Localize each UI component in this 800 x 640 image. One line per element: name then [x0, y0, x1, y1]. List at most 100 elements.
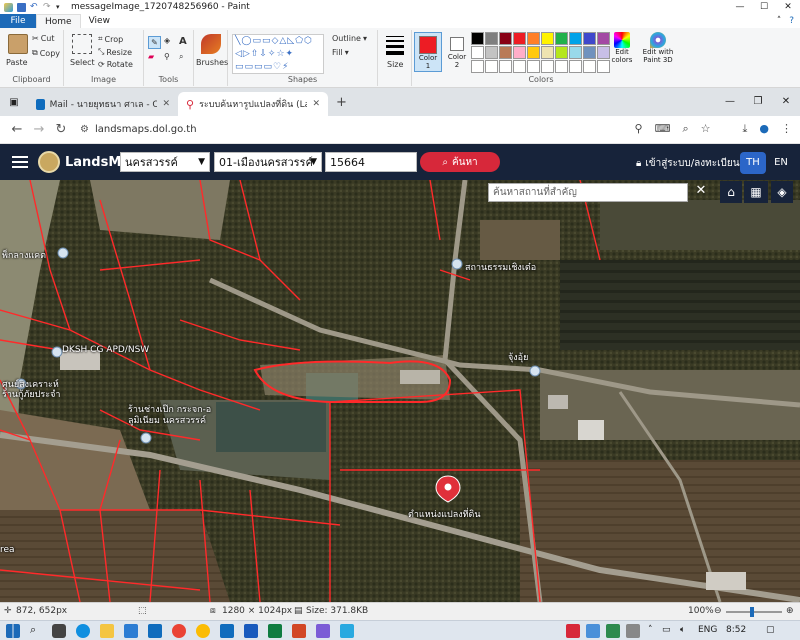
tab-home[interactable]: Home — [36, 13, 81, 29]
palette-swatch[interactable] — [527, 46, 540, 59]
color1-button[interactable]: Color 1 — [414, 32, 442, 72]
palette-swatch[interactable] — [541, 60, 554, 73]
crop-button[interactable]: ⌗ Crop — [98, 34, 123, 44]
site-info-icon[interactable]: ⚙ — [80, 124, 89, 135]
cut-button[interactable]: ✂ Cut — [32, 34, 55, 43]
fill-button[interactable]: Fill ▾ — [332, 48, 349, 57]
zoom-slider[interactable] — [726, 607, 782, 617]
parcel-number-input[interactable]: 15664 — [325, 152, 417, 172]
forward-icon[interactable]: → — [28, 122, 50, 137]
maximize-button[interactable]: ☐ — [752, 0, 776, 14]
palette-swatch[interactable] — [499, 32, 512, 45]
color2-button[interactable]: Color 2 — [444, 32, 470, 72]
palette-swatch[interactable] — [513, 46, 526, 59]
zoom-slider-thumb[interactable] — [750, 607, 754, 617]
palette-swatch[interactable] — [485, 46, 498, 59]
chrome-icon[interactable] — [172, 624, 186, 638]
word-icon[interactable] — [244, 624, 258, 638]
undo-icon[interactable]: ↶ — [30, 2, 39, 12]
close-button[interactable]: ✕ — [772, 96, 800, 107]
brush-icon[interactable] — [201, 34, 221, 54]
copy-button[interactable]: ⧉ Copy — [32, 48, 60, 58]
clock[interactable]: 8:52 — [726, 625, 746, 635]
edit-paint3d-button[interactable]: Edit with Paint 3D — [640, 32, 676, 64]
login-register-link[interactable]: 🔒︎ เข้าสู่ระบบ/ลงทะเบียน — [636, 156, 740, 171]
tab-view[interactable]: View — [81, 14, 118, 28]
province-select[interactable]: นครสวรรค์ ▼ — [120, 152, 210, 172]
bookmark-star-icon[interactable]: ☆ — [701, 122, 711, 136]
layers-icon[interactable]: ◈ — [771, 181, 793, 203]
zoom-out-button[interactable]: ⊖ — [714, 606, 722, 616]
hamburger-menu-icon[interactable] — [12, 156, 38, 168]
redo-icon[interactable]: ↷ — [43, 2, 52, 12]
search-icon[interactable]: ⌕ — [30, 623, 36, 637]
palette-swatch[interactable] — [471, 46, 484, 59]
map-canvas[interactable] — [0, 180, 800, 602]
collapse-ribbon-icon[interactable]: ˄ — [777, 14, 782, 28]
task-view-icon[interactable] — [52, 624, 66, 638]
search-button[interactable]: ⌕ ค้นหา — [420, 152, 500, 172]
close-button[interactable]: ✕ — [776, 0, 800, 14]
store-icon[interactable] — [124, 624, 138, 638]
edit-colors-button[interactable]: Edit colors — [608, 32, 636, 64]
palette-swatch[interactable] — [569, 46, 582, 59]
network-icon[interactable]: ▭ — [662, 625, 671, 635]
url-field[interactable]: landsmaps.dol.go.th — [95, 124, 197, 135]
clear-search-icon[interactable]: ✕ — [694, 183, 708, 202]
brushes-button[interactable]: Brushes — [196, 58, 228, 67]
palette-swatch[interactable] — [583, 46, 596, 59]
notifications-icon[interactable]: ▢ — [766, 625, 775, 635]
pencil-icon[interactable]: ✎ — [148, 36, 161, 49]
restore-button[interactable]: ❐ — [744, 96, 772, 107]
palette-swatch[interactable] — [513, 60, 526, 73]
palette-swatch[interactable] — [541, 46, 554, 59]
fill-bucket-icon[interactable]: ◈ — [164, 36, 170, 45]
place-search-input[interactable]: ค้นหาสถานที่สำคัญ — [488, 183, 688, 202]
mail-icon[interactable] — [148, 624, 162, 638]
select-button[interactable]: Select — [70, 58, 95, 67]
tab-actions-icon[interactable]: ▣ — [0, 97, 28, 108]
home-icon[interactable]: ⌂ — [720, 181, 742, 203]
select-icon[interactable] — [72, 34, 92, 54]
save-icon[interactable] — [17, 2, 26, 12]
powerpoint-icon[interactable] — [292, 624, 306, 638]
tray-icon-red[interactable] — [566, 624, 580, 638]
volume-icon[interactable]: 🔈︎ — [680, 625, 685, 635]
profile-icon[interactable]: ● — [759, 122, 769, 136]
resize-button[interactable]: ⤡ Resize — [98, 47, 132, 57]
tab-file[interactable]: File — [0, 14, 36, 28]
chrome-profile-icon[interactable] — [196, 624, 210, 638]
outlook-taskbar-icon[interactable] — [220, 624, 234, 638]
palette-swatch[interactable] — [513, 32, 526, 45]
tray-icon-gray[interactable] — [626, 624, 640, 638]
download-icon[interactable]: ⤓ — [743, 122, 748, 136]
paste-icon[interactable] — [8, 34, 28, 54]
palette-swatch[interactable] — [527, 32, 540, 45]
minimize-button[interactable]: — — [728, 0, 752, 14]
help-icon[interactable]: ? — [789, 14, 794, 28]
palette-swatch[interactable] — [485, 60, 498, 73]
start-button[interactable] — [6, 624, 20, 638]
palette-swatch[interactable] — [485, 32, 498, 45]
translate-icon[interactable]: ⌨ — [655, 122, 671, 136]
keyboard-language[interactable]: ENG — [698, 625, 717, 635]
text-tool-icon[interactable]: A — [179, 36, 187, 47]
color-picker-icon[interactable]: ⚲ — [164, 52, 170, 61]
lang-th-button[interactable]: TH — [740, 152, 766, 174]
browser-menu-icon[interactable]: ⋮ — [781, 122, 792, 136]
palette-swatch[interactable] — [583, 32, 596, 45]
palette-swatch[interactable] — [569, 32, 582, 45]
palette-swatch[interactable] — [583, 60, 596, 73]
grid-icon[interactable]: ▦ — [744, 181, 768, 203]
location-icon[interactable]: ⚲ — [635, 122, 643, 136]
size-button[interactable]: Size — [387, 60, 403, 69]
excel-icon[interactable] — [268, 624, 282, 638]
palette-swatch[interactable] — [555, 46, 568, 59]
new-tab-button[interactable]: + — [336, 95, 347, 110]
customize-quick-access-icon[interactable]: ▾ — [56, 3, 65, 12]
palette-swatch[interactable] — [527, 60, 540, 73]
reload-icon[interactable]: ↻ — [50, 122, 72, 137]
palette-swatch[interactable] — [541, 32, 554, 45]
tray-icon-blue[interactable] — [586, 624, 600, 638]
palette-swatch[interactable] — [555, 32, 568, 45]
